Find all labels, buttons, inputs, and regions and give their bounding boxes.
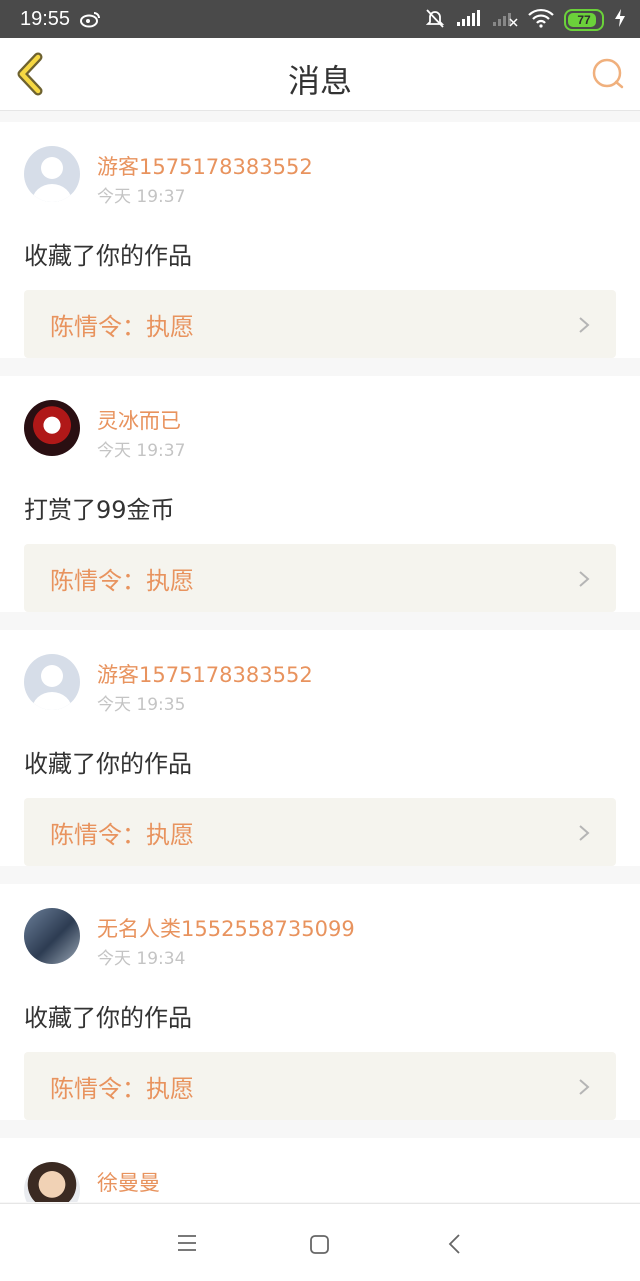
message-time: 今天 19:37 bbox=[97, 187, 186, 207]
user-name[interactable]: 灵冰而已 bbox=[97, 405, 181, 435]
status-bar: 19:55 77 bbox=[0, 0, 640, 38]
menu-icon bbox=[178, 1235, 196, 1251]
work-title: 陈情令：执愿 bbox=[50, 821, 194, 849]
status-icons: 77 bbox=[424, 7, 626, 33]
menu-key[interactable] bbox=[176, 1234, 198, 1256]
message-time: 今天 19:37 bbox=[97, 441, 186, 461]
nav-bar: 消息 bbox=[0, 38, 640, 111]
search-icon bbox=[592, 58, 624, 89]
work-link[interactable]: 陈情令：执愿 bbox=[24, 798, 616, 866]
work-link[interactable]: 陈情令：执愿 bbox=[24, 1052, 616, 1120]
weibo-icon bbox=[80, 10, 102, 32]
message-list: 游客1575178383552 今天 19:37 收藏了你的作品 陈情令：执愿 … bbox=[0, 122, 640, 1202]
chevron-right-icon bbox=[579, 571, 590, 587]
user-name[interactable]: 徐曼曼 bbox=[97, 1167, 160, 1197]
work-title: 陈情令：执愿 bbox=[50, 313, 194, 341]
avatar[interactable] bbox=[24, 1162, 80, 1202]
message-card: 无名人类1552558735099 今天 19:34 收藏了你的作品 陈情令：执… bbox=[0, 884, 640, 1120]
avatar[interactable] bbox=[24, 400, 80, 456]
page-title: 消息 bbox=[287, 62, 352, 100]
status-time: 19:55 bbox=[20, 8, 71, 30]
battery-icon: 77 bbox=[564, 9, 604, 31]
default-avatar-icon bbox=[32, 665, 72, 710]
chevron-right-icon bbox=[579, 825, 590, 841]
home-key[interactable] bbox=[309, 1234, 331, 1260]
message-action: 收藏了你的作品 bbox=[24, 1004, 192, 1032]
message-card: 徐曼曼 bbox=[0, 1138, 640, 1202]
work-link[interactable]: 陈情令：执愿 bbox=[24, 290, 616, 358]
signal-weak-icon bbox=[492, 9, 518, 31]
wifi-icon bbox=[528, 8, 554, 32]
default-avatar-icon bbox=[32, 157, 72, 202]
message-time: 今天 19:34 bbox=[97, 949, 186, 969]
user-name[interactable]: 游客1575178383552 bbox=[97, 659, 313, 689]
search-button[interactable] bbox=[590, 56, 626, 92]
message-card: 游客1575178383552 今天 19:37 收藏了你的作品 陈情令：执愿 bbox=[0, 122, 640, 358]
work-title: 陈情令：执愿 bbox=[50, 567, 194, 595]
mute-icon bbox=[424, 7, 446, 33]
avatar[interactable] bbox=[24, 908, 80, 964]
user-name[interactable]: 无名人类1552558735099 bbox=[97, 913, 355, 943]
message-action: 收藏了你的作品 bbox=[24, 750, 192, 778]
message-action: 打赏了99金币 bbox=[24, 496, 175, 524]
battery-level: 77 bbox=[577, 13, 591, 27]
chevron-right-icon bbox=[579, 1079, 590, 1095]
system-back-key[interactable] bbox=[447, 1233, 461, 1259]
work-link[interactable]: 陈情令：执愿 bbox=[24, 544, 616, 612]
work-title: 陈情令：执愿 bbox=[50, 1075, 194, 1103]
message-card: 游客1575178383552 今天 19:35 收藏了你的作品 陈情令：执愿 bbox=[0, 630, 640, 866]
back-arrow-icon bbox=[448, 1234, 460, 1254]
user-name[interactable]: 游客1575178383552 bbox=[97, 151, 313, 181]
chevron-right-icon bbox=[579, 317, 590, 333]
avatar[interactable] bbox=[24, 654, 80, 710]
charging-icon bbox=[614, 8, 626, 32]
signal-icon bbox=[456, 9, 482, 31]
message-card: 灵冰而已 今天 19:37 打赏了99金币 陈情令：执愿 bbox=[0, 376, 640, 612]
message-action: 收藏了你的作品 bbox=[24, 242, 192, 270]
home-icon bbox=[310, 1235, 329, 1254]
system-nav-bar bbox=[0, 1203, 640, 1281]
avatar[interactable] bbox=[24, 146, 80, 202]
message-time: 今天 19:35 bbox=[97, 695, 186, 715]
